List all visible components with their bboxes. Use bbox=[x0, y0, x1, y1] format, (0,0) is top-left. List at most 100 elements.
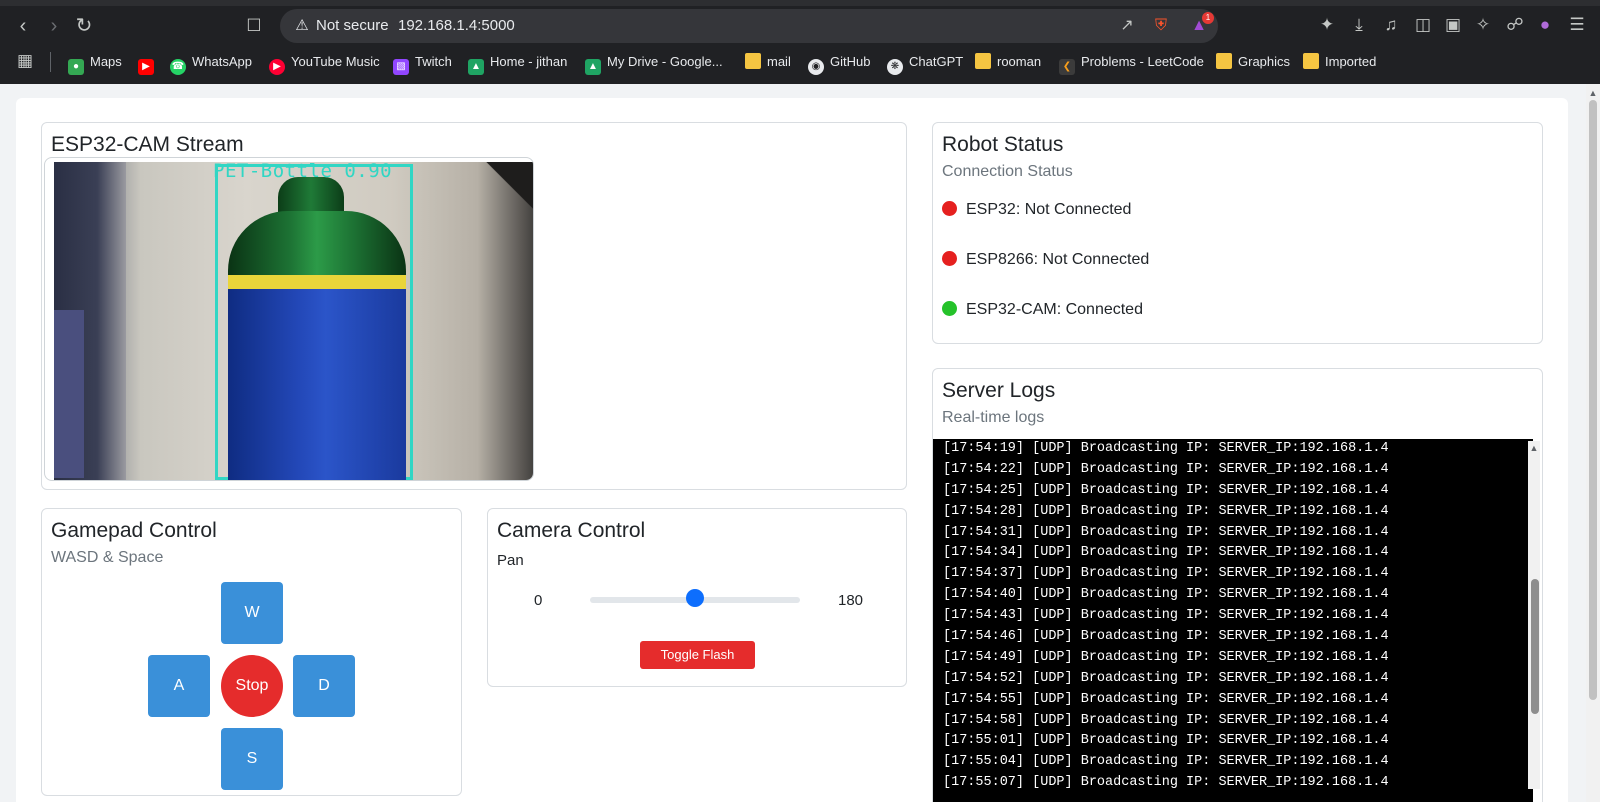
pan-slider-thumb[interactable] bbox=[686, 589, 704, 607]
log-line: [17:54:25] [UDP] Broadcasting IP: SERVER… bbox=[943, 482, 1389, 498]
bookmark-youtube[interactable]: ▶ bbox=[138, 51, 160, 75]
folder-icon bbox=[1216, 53, 1232, 69]
bookmarks-bar: ● Maps ▶ ☎ WhatsApp ▶ YouTube Music ▧ Twitch… bbox=[0, 48, 1600, 76]
bookmark-youtube-music[interactable]: ▶ YouTube Music bbox=[269, 51, 380, 75]
maps-icon: ● bbox=[68, 59, 84, 75]
status-dot-icon bbox=[942, 251, 957, 266]
youtube-icon: ▶ bbox=[138, 59, 154, 75]
download-icon[interactable]: ⤓ bbox=[1346, 12, 1372, 38]
forward-icon[interactable]: › bbox=[40, 12, 68, 40]
log-line: [17:55:07] [UDP] Broadcasting IP: SERVER… bbox=[943, 775, 1389, 791]
vpn-icon[interactable]: ☍ bbox=[1502, 12, 1528, 38]
dashboard-container: ESP32-CAM Stream PET-Bottle 0.90 Robot S… bbox=[16, 98, 1568, 802]
bookmark-home-drive[interactable]: ▲ Home - jithan bbox=[468, 51, 567, 75]
bookmark-github[interactable]: ◉ GitHub bbox=[808, 51, 870, 75]
log-line: [17:55:04] [UDP] Broadcasting IP: SERVER… bbox=[943, 754, 1389, 770]
bookmark-my-drive[interactable]: ▲ My Drive - Google... bbox=[585, 51, 723, 75]
bookmark-folder-mail[interactable]: mail bbox=[745, 51, 791, 73]
log-scrollbar-thumb[interactable] bbox=[1531, 579, 1539, 714]
stream-title: ESP32-CAM Stream bbox=[51, 133, 244, 156]
log-line: [17:54:37] [UDP] Broadcasting IP: SERVER… bbox=[943, 566, 1389, 582]
log-line: [17:54:19] [UDP] Broadcasting IP: SERVER… bbox=[943, 441, 1389, 456]
leo-ai-icon[interactable]: ✧ bbox=[1470, 12, 1496, 38]
detection-box bbox=[215, 164, 413, 480]
log-line: [17:54:40] [UDP] Broadcasting IP: SERVER… bbox=[943, 587, 1389, 603]
reload-icon[interactable]: ↻ bbox=[70, 12, 98, 40]
share-icon[interactable]: ↗ bbox=[1116, 15, 1138, 37]
log-line: [17:54:58] [UDP] Broadcasting IP: SERVER… bbox=[943, 712, 1389, 728]
server-logs-subtitle: Real-time logs bbox=[942, 409, 1045, 426]
log-line: [17:54:28] [UDP] Broadcasting IP: SERVER… bbox=[943, 503, 1389, 519]
status-dot-icon bbox=[942, 201, 957, 216]
folder-icon bbox=[745, 53, 761, 69]
address-bar[interactable]: ⚠ Not secure 192.168.1.4:5000 ↗ ⛨ ▲ 1 bbox=[280, 9, 1218, 43]
right-button[interactable]: D bbox=[293, 655, 355, 717]
warning-icon[interactable]: ⚠ bbox=[292, 16, 312, 36]
profile-icon[interactable]: ● bbox=[1532, 12, 1558, 38]
pan-label: Pan bbox=[497, 552, 524, 569]
page-viewport: ESP32-CAM Stream PET-Bottle 0.90 Robot S… bbox=[0, 84, 1600, 802]
bookmark-twitch[interactable]: ▧ Twitch bbox=[393, 51, 452, 75]
left-button[interactable]: A bbox=[148, 655, 210, 717]
bookmark-chatgpt[interactable]: ❋ ChatGPT bbox=[887, 51, 963, 75]
page-scrollbar-thumb[interactable] bbox=[1589, 100, 1597, 700]
url-text[interactable]: 192.168.1.4:5000 bbox=[398, 16, 515, 36]
robot-status-title: Robot Status bbox=[942, 133, 1064, 156]
status-esp32: ESP32: Not Connected bbox=[942, 201, 1131, 219]
log-line: [17:54:52] [UDP] Broadcasting IP: SERVER… bbox=[943, 670, 1389, 686]
tab-strip bbox=[0, 0, 1600, 6]
bookmark-folder-rooman[interactable]: rooman bbox=[975, 51, 1041, 73]
log-line: [17:54:31] [UDP] Broadcasting IP: SERVER… bbox=[943, 524, 1389, 540]
security-label[interactable]: Not secure bbox=[316, 16, 389, 36]
camera-control-panel: Camera Control Pan 0 180 Toggle Flash bbox=[487, 508, 907, 687]
sidebar-icon[interactable]: ◫ bbox=[1410, 12, 1436, 38]
log-line: [17:54:22] [UDP] Broadcasting IP: SERVER… bbox=[943, 461, 1389, 477]
log-line: [17:54:49] [UDP] Broadcasting IP: SERVER… bbox=[943, 649, 1389, 665]
gamepad-subtitle: WASD & Space bbox=[51, 549, 164, 566]
status-dot-icon bbox=[942, 301, 957, 316]
bookmark-folder-imported[interactable]: Imported bbox=[1303, 51, 1376, 73]
bottle-label bbox=[228, 275, 406, 480]
status-esp32-cam: ESP32-CAM: Connected bbox=[942, 301, 1143, 319]
leetcode-icon: ❮ bbox=[1059, 59, 1075, 75]
chatgpt-icon: ❋ bbox=[887, 59, 903, 75]
scroll-up-icon[interactable]: ▲ bbox=[1529, 443, 1539, 453]
backward-button[interactable]: S bbox=[221, 728, 283, 790]
log-line: [17:54:55] [UDP] Broadcasting IP: SERVER… bbox=[943, 691, 1389, 707]
bookmark-leetcode[interactable]: ❮ Problems - LeetCode bbox=[1059, 51, 1204, 75]
forward-button[interactable]: W bbox=[221, 582, 283, 644]
media-icon[interactable]: ♫ bbox=[1378, 12, 1404, 38]
back-icon[interactable]: ‹ bbox=[9, 12, 37, 40]
github-icon: ◉ bbox=[808, 59, 824, 75]
bookmark-folder-graphics[interactable]: Graphics bbox=[1216, 51, 1290, 73]
rewards-badge: 1 bbox=[1202, 12, 1214, 24]
google-drive-icon: ▲ bbox=[585, 59, 601, 75]
detection-label: PET-Bottle 0.90 bbox=[213, 160, 393, 182]
brave-shields-icon[interactable]: ⛨ bbox=[1150, 15, 1172, 37]
log-line: [17:54:46] [UDP] Broadcasting IP: SERVER… bbox=[943, 629, 1389, 645]
pan-min-label: 0 bbox=[534, 592, 543, 609]
bookmark-whatsapp[interactable]: ☎ WhatsApp bbox=[170, 51, 252, 75]
scroll-up-icon[interactable]: ▲ bbox=[1588, 88, 1598, 98]
camera-feed: PET-Bottle 0.90 bbox=[54, 160, 533, 480]
wallet-icon[interactable]: ▣ bbox=[1440, 12, 1466, 38]
connection-status-subtitle: Connection Status bbox=[942, 163, 1073, 180]
youtube-music-icon: ▶ bbox=[269, 59, 285, 75]
stream-frame: PET-Bottle 0.90 bbox=[44, 157, 534, 481]
feed-monitor bbox=[54, 310, 84, 478]
brave-rewards-icon[interactable]: ▲ 1 bbox=[1188, 12, 1214, 37]
gamepad-title: Gamepad Control bbox=[51, 519, 217, 542]
google-drive-icon: ▲ bbox=[468, 59, 484, 75]
bookmark-icon[interactable]: ☐ bbox=[240, 12, 268, 40]
extensions-icon[interactable]: ✦ bbox=[1314, 12, 1340, 38]
log-line: [17:54:34] [UDP] Broadcasting IP: SERVER… bbox=[943, 545, 1389, 561]
menu-icon[interactable]: ☰ bbox=[1564, 12, 1590, 38]
feed-corner bbox=[485, 162, 533, 232]
stream-panel: ESP32-CAM Stream PET-Bottle 0.90 bbox=[41, 122, 907, 490]
bookmark-maps[interactable]: ● Maps bbox=[68, 51, 122, 75]
folder-icon bbox=[1303, 53, 1319, 69]
log-console[interactable]: [17:54:19] [UDP] Broadcasting IP: SERVER… bbox=[933, 439, 1533, 802]
stop-button[interactable]: Stop bbox=[221, 655, 283, 717]
toggle-flash-button[interactable]: Toggle Flash bbox=[640, 641, 755, 669]
server-logs-panel: Server Logs Real-time logs [17:54:19] [U… bbox=[932, 368, 1543, 802]
